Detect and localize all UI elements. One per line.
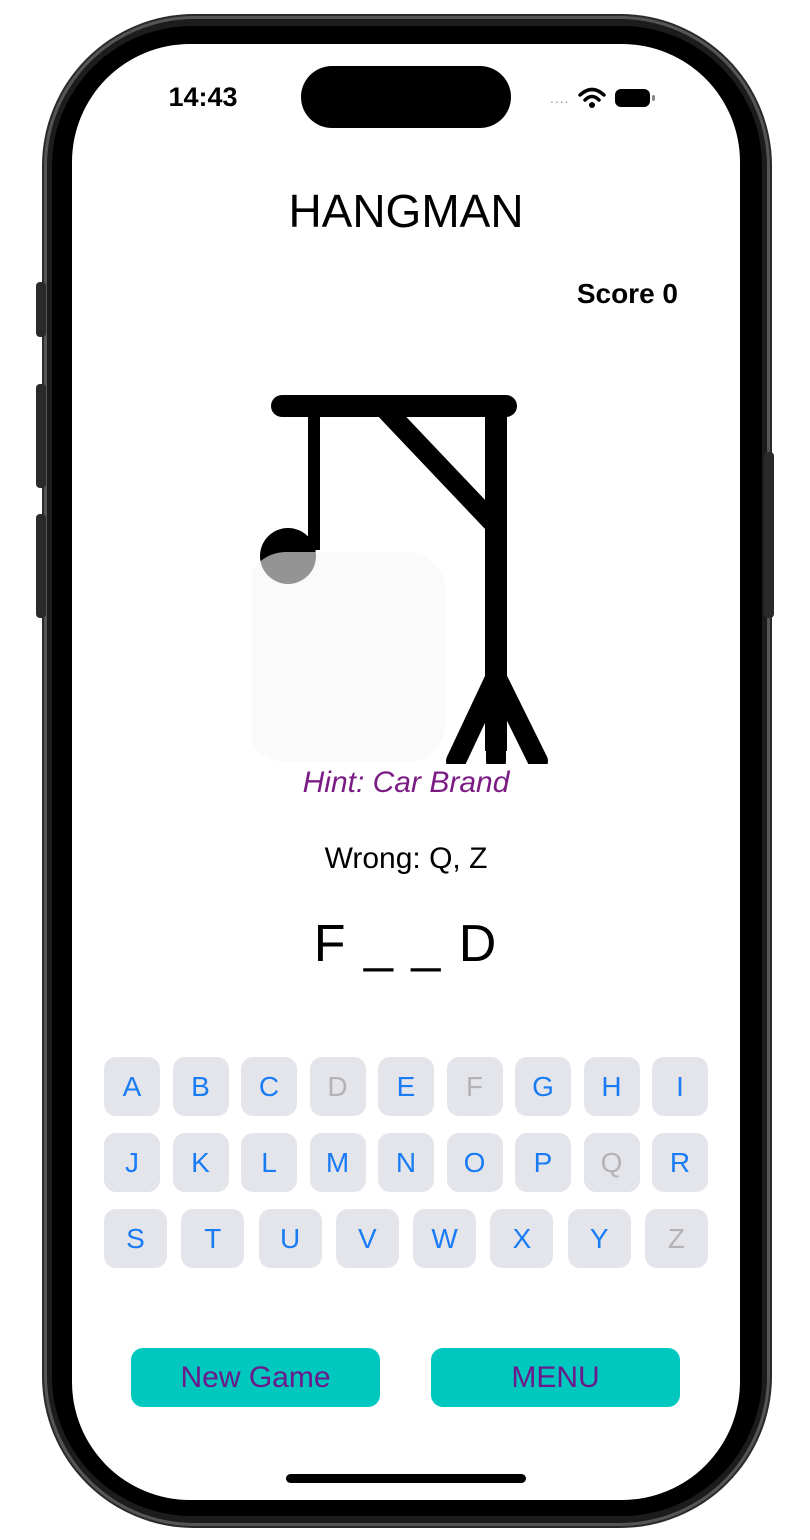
key-i[interactable]: I — [652, 1057, 708, 1116]
status-time: 14:43 — [168, 82, 238, 112]
wrong-guesses: Wrong: Q, Z — [324, 842, 488, 875]
key-e[interactable]: E — [378, 1057, 434, 1116]
key-j[interactable]: J — [104, 1133, 160, 1192]
key-r[interactable]: R — [652, 1133, 708, 1192]
hangman-drawing — [252, 395, 548, 764]
key-m[interactable]: M — [309, 1133, 366, 1192]
key-c[interactable]: C — [241, 1057, 297, 1116]
key-q: Q — [583, 1133, 640, 1192]
silent-switch — [36, 282, 46, 337]
menu-button[interactable]: MENU — [431, 1348, 680, 1407]
key-a[interactable]: A — [104, 1057, 160, 1116]
new-game-button[interactable]: New Game — [131, 1348, 380, 1407]
battery-icon — [614, 89, 655, 107]
volume-up-button — [36, 384, 46, 488]
key-b[interactable]: B — [172, 1057, 229, 1116]
key-x[interactable]: X — [490, 1209, 554, 1268]
key-f: F — [446, 1057, 503, 1116]
key-p[interactable]: P — [515, 1133, 571, 1192]
key-u[interactable]: U — [258, 1209, 322, 1268]
signal-icon: .... — [550, 90, 570, 106]
key-g[interactable]: G — [515, 1057, 571, 1116]
power-button — [764, 452, 774, 618]
keyboard-row-2: JKLMNOPQR — [104, 1133, 708, 1192]
key-k[interactable]: K — [172, 1133, 229, 1192]
keyboard-row-1: ABCDEFGHI — [104, 1057, 708, 1116]
score-label: Score 0 — [576, 278, 678, 309]
letter-keyboard: ABCDEFGHI JKLMNOPQR STUVWXYZ — [104, 1057, 708, 1285]
faded-body-area — [252, 552, 446, 762]
status-icons: .... — [550, 86, 656, 110]
hint-label: Hint: Car Brand — [302, 766, 510, 799]
key-l[interactable]: L — [241, 1133, 297, 1192]
key-h[interactable]: H — [583, 1057, 640, 1116]
wifi-icon — [577, 87, 606, 108]
word-display: F _ _ D — [313, 915, 499, 973]
key-d: D — [309, 1057, 366, 1116]
home-indicator[interactable] — [286, 1474, 526, 1483]
gallows-brace — [376, 401, 504, 533]
key-z: Z — [644, 1209, 708, 1268]
key-w[interactable]: W — [413, 1209, 477, 1268]
keyboard-row-3: STUVWXYZ — [104, 1209, 708, 1268]
key-n[interactable]: N — [378, 1133, 434, 1192]
game-title: HANGMAN — [288, 185, 524, 237]
dynamic-island — [301, 66, 511, 128]
app-screen: 14:43 .... HANGMAN Score 0 Hint: Car Bra… — [72, 44, 740, 1500]
key-o[interactable]: O — [446, 1133, 503, 1192]
key-t[interactable]: T — [181, 1209, 245, 1268]
key-v[interactable]: V — [335, 1209, 399, 1268]
key-s[interactable]: S — [104, 1209, 167, 1268]
key-y[interactable]: Y — [567, 1209, 631, 1268]
volume-down-button — [36, 514, 46, 618]
